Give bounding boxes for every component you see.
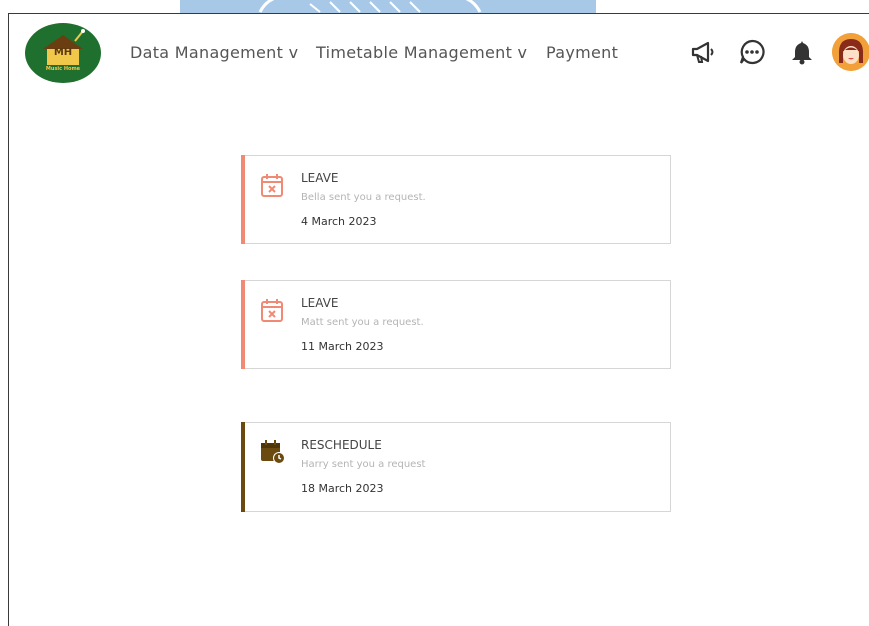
card-accent-bar xyxy=(241,155,245,244)
avatar[interactable] xyxy=(832,33,869,71)
notification-message: Bella sent you a request. xyxy=(301,192,426,203)
nav-payment[interactable]: Payment xyxy=(546,43,618,62)
notification-date: 11 March 2023 xyxy=(301,340,384,353)
chat-icon[interactable] xyxy=(738,38,766,66)
notification-card[interactable]: LEAVE Bella sent you a request. 4 March … xyxy=(241,155,671,244)
nav-data-management[interactable]: Data Management v xyxy=(130,43,298,62)
notification-message: Harry sent you a request xyxy=(301,459,426,470)
logo[interactable]: MH Music Home xyxy=(25,23,101,83)
megaphone-icon[interactable] xyxy=(689,38,717,66)
notification-date: 18 March 2023 xyxy=(301,482,384,495)
notification-card[interactable]: RESCHEDULE Harry sent you a request 18 M… xyxy=(241,422,671,512)
notification-card[interactable]: LEAVE Matt sent you a request. 11 March … xyxy=(241,280,671,369)
notification-type: LEAVE xyxy=(301,296,339,310)
notification-type: LEAVE xyxy=(301,171,339,185)
calendar-x-icon xyxy=(260,297,284,323)
logo-tagline: Music Home xyxy=(45,66,81,72)
nav-timetable-management[interactable]: Timetable Management v xyxy=(316,43,527,62)
card-accent-bar xyxy=(241,422,245,512)
notification-type: RESCHEDULE xyxy=(301,438,382,452)
logo-initials: MH xyxy=(53,47,73,58)
notification-date: 4 March 2023 xyxy=(301,215,377,228)
bell-icon[interactable] xyxy=(788,38,816,66)
notification-message: Matt sent you a request. xyxy=(301,317,424,328)
calendar-x-icon xyxy=(260,172,284,198)
calendar-clock-icon xyxy=(260,439,285,465)
top-decoration xyxy=(180,0,596,14)
card-accent-bar xyxy=(241,280,245,369)
